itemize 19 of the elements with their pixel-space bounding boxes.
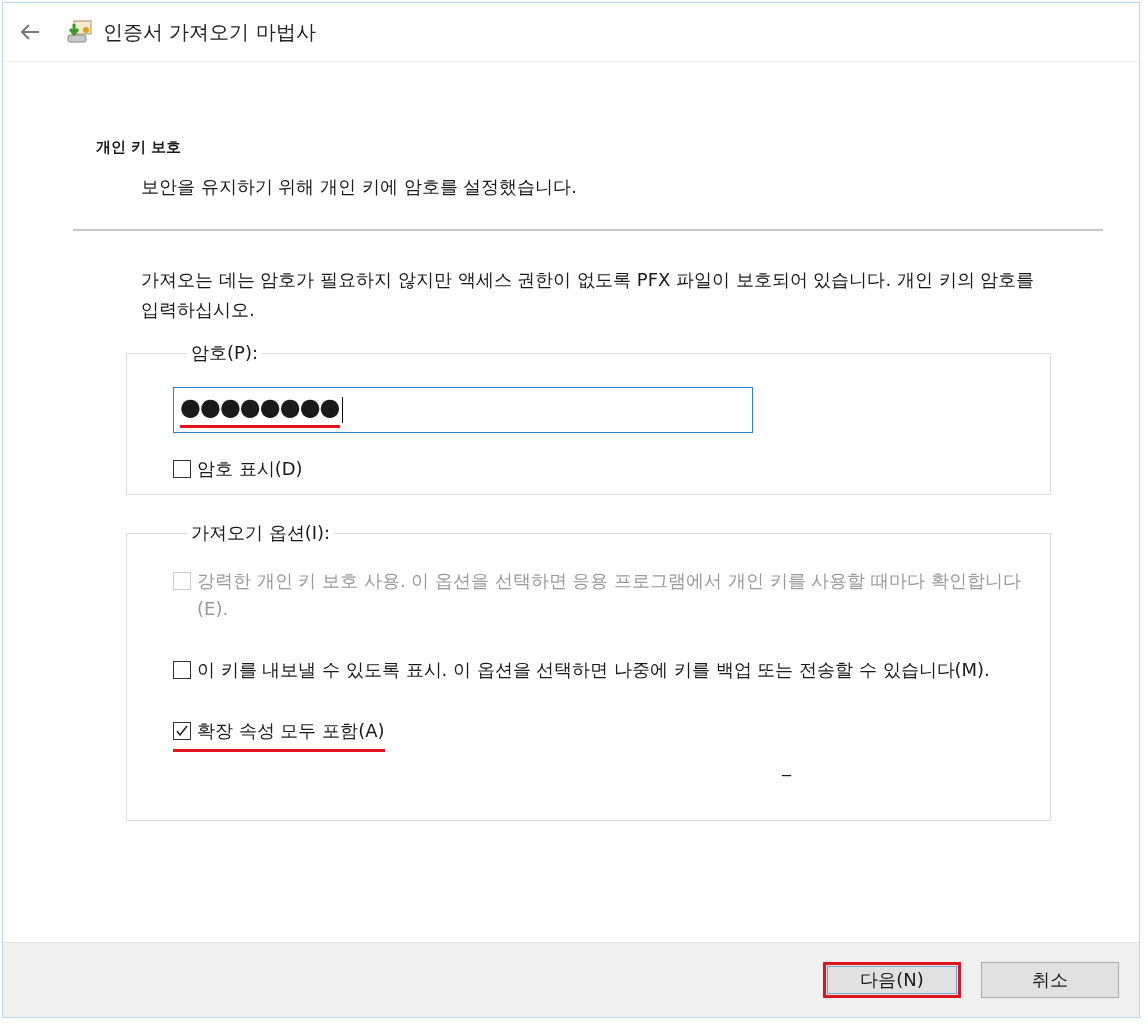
page-subheading: 보안을 유지하기 위해 개인 키에 암호를 설정했습니다. <box>141 175 579 199</box>
description-text: 가져오는 데는 암호가 필요하지 않지만 액세스 권한이 없도록 PFX 파일이 보호되어 있습니다. 개인 키의 암호를 입력하십시오. <box>141 268 1036 322</box>
back-arrow-icon[interactable] <box>19 23 41 41</box>
checkbox-label: 이 키를 내보낼 수 있도록 표시. 이 옵션을 선택하면 나중에 키를 백업 또는 전송할 수 있습니다(M). <box>197 658 990 682</box>
dialog-button[interactable]: 다음(N) <box>823 962 961 998</box>
underscore-mark: _ <box>782 755 791 776</box>
checkbox[interactable] <box>173 661 191 679</box>
checkbox[interactable] <box>173 722 191 740</box>
password-field[interactable]: ●●●●●●●● <box>173 387 753 433</box>
window-title: 인증서 가져오기 마법사 <box>103 18 316 46</box>
checkbox[interactable] <box>173 460 191 478</box>
dialog-button[interactable]: 취소 <box>981 962 1119 998</box>
group-label: 가져오기 옵션(I): <box>190 521 332 545</box>
checkbox-label: 확장 속성 모두 포함(A) <box>173 717 385 752</box>
group-label: 암호(P): <box>190 341 259 365</box>
certificate-icon <box>65 18 93 46</box>
checkbox-label: 강력한 개인 키 보호 사용. 이 옵션을 선택하면 응용 프로그램에서 개인 키를 사용할 때마다 확인합니다(E). <box>197 569 1022 621</box>
checkbox-label: 암호 표시(D) <box>197 457 303 481</box>
page-heading: 개인 키 보호 <box>96 138 183 157</box>
